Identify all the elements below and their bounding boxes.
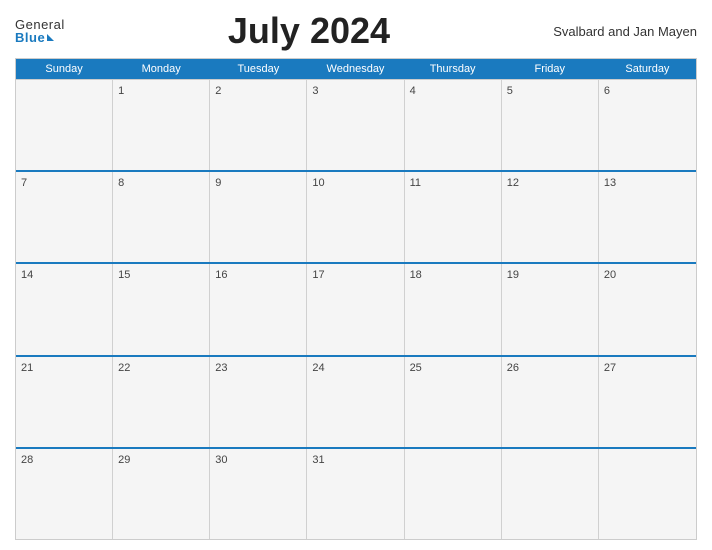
weeks-container: 1234567891011121314151617181920212223242… <box>16 79 696 539</box>
day-cell <box>405 449 502 539</box>
day-header-friday: Friday <box>502 59 599 79</box>
day-cell: 22 <box>113 357 210 447</box>
day-header-wednesday: Wednesday <box>307 59 404 79</box>
week-row-0: 1 2 3 4 5 6 <box>16 79 696 170</box>
day-cell: 16 <box>210 264 307 354</box>
day-number: 9 <box>215 177 221 189</box>
calendar-title: July 2024 <box>65 10 553 52</box>
day-cell: 24 <box>307 357 404 447</box>
day-number: 28 <box>21 454 33 466</box>
day-number: 2 <box>215 85 221 97</box>
day-header-monday: Monday <box>113 59 210 79</box>
day-number: 15 <box>118 269 130 281</box>
week-row-1: 7 8 9 10 11 12 13 <box>16 170 696 262</box>
day-number: 29 <box>118 454 130 466</box>
day-number: 6 <box>604 85 610 97</box>
day-number: 8 <box>118 177 124 189</box>
day-cell: 23 <box>210 357 307 447</box>
day-header-sunday: Sunday <box>16 59 113 79</box>
day-cell: 21 <box>16 357 113 447</box>
logo-blue-text: Blue <box>15 31 45 44</box>
day-number: 5 <box>507 85 513 97</box>
day-number: 20 <box>604 269 616 281</box>
week-row-4: 28 29 30 31 <box>16 447 696 539</box>
day-header-tuesday: Tuesday <box>210 59 307 79</box>
day-number: 13 <box>604 177 616 189</box>
day-number: 12 <box>507 177 519 189</box>
day-number: 25 <box>410 362 422 374</box>
day-cell: 12 <box>502 172 599 262</box>
logo: General Blue <box>15 18 65 44</box>
day-cell: 8 <box>113 172 210 262</box>
day-number: 22 <box>118 362 130 374</box>
day-cell <box>599 449 696 539</box>
day-number: 7 <box>21 177 27 189</box>
logo-blue-row: Blue <box>15 31 54 44</box>
day-cell: 5 <box>502 80 599 170</box>
day-cell: 27 <box>599 357 696 447</box>
day-number: 14 <box>21 269 33 281</box>
day-cell <box>502 449 599 539</box>
day-cell: 17 <box>307 264 404 354</box>
day-number: 11 <box>410 177 421 189</box>
day-number: 24 <box>312 362 324 374</box>
day-number: 18 <box>410 269 422 281</box>
day-cell: 14 <box>16 264 113 354</box>
day-cell: 29 <box>113 449 210 539</box>
day-cell: 19 <box>502 264 599 354</box>
day-header-thursday: Thursday <box>405 59 502 79</box>
day-cell: 10 <box>307 172 404 262</box>
day-cell: 20 <box>599 264 696 354</box>
days-header: SundayMondayTuesdayWednesdayThursdayFrid… <box>16 59 696 79</box>
day-number: 17 <box>312 269 324 281</box>
day-number: 31 <box>312 454 324 466</box>
day-number: 23 <box>215 362 227 374</box>
day-cell: 30 <box>210 449 307 539</box>
day-cell: 6 <box>599 80 696 170</box>
header: General Blue July 2024 Svalbard and Jan … <box>15 10 697 52</box>
week-row-3: 21 22 23 24 25 26 27 <box>16 355 696 447</box>
day-number: 19 <box>507 269 519 281</box>
day-number: 10 <box>312 177 324 189</box>
day-number: 21 <box>21 362 33 374</box>
region-label: Svalbard and Jan Mayen <box>553 24 697 39</box>
day-cell: 11 <box>405 172 502 262</box>
day-number: 16 <box>215 269 227 281</box>
day-cell: 1 <box>113 80 210 170</box>
day-header-saturday: Saturday <box>599 59 696 79</box>
day-number: 27 <box>604 362 616 374</box>
day-number: 1 <box>118 85 124 97</box>
day-cell: 18 <box>405 264 502 354</box>
page: General Blue July 2024 Svalbard and Jan … <box>0 0 712 550</box>
logo-triangle-icon <box>47 34 54 41</box>
day-cell: 4 <box>405 80 502 170</box>
day-cell <box>16 80 113 170</box>
day-number: 4 <box>410 85 416 97</box>
calendar: SundayMondayTuesdayWednesdayThursdayFrid… <box>15 58 697 540</box>
day-cell: 15 <box>113 264 210 354</box>
day-cell: 13 <box>599 172 696 262</box>
day-cell: 3 <box>307 80 404 170</box>
day-cell: 26 <box>502 357 599 447</box>
day-cell: 31 <box>307 449 404 539</box>
week-row-2: 14 15 16 17 18 19 20 <box>16 262 696 354</box>
day-cell: 2 <box>210 80 307 170</box>
day-number: 3 <box>312 85 318 97</box>
day-cell: 25 <box>405 357 502 447</box>
day-cell: 9 <box>210 172 307 262</box>
day-cell: 28 <box>16 449 113 539</box>
day-number: 30 <box>215 454 227 466</box>
day-cell: 7 <box>16 172 113 262</box>
day-number: 26 <box>507 362 519 374</box>
